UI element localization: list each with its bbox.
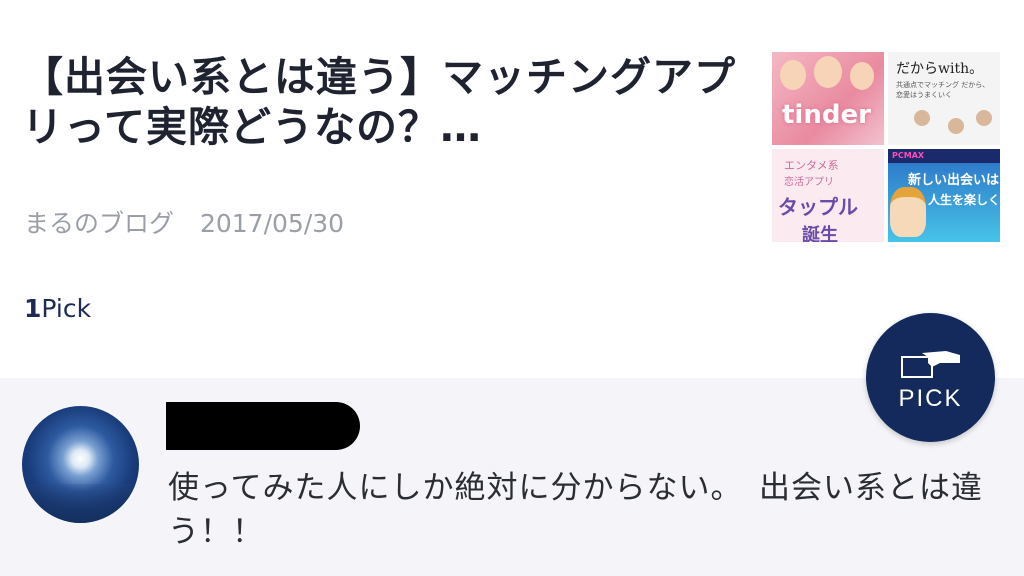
thumbnail-pcmax-line1: 新しい出会いは bbox=[908, 173, 1000, 188]
thumbnail-tapple: エンタメ系 恋活アプリ タップル 誕生 bbox=[772, 149, 884, 242]
pick-button-label: PICK bbox=[898, 385, 963, 412]
comment-text: 使ってみた人にしか絶対に分からない。 出会い系とは違う！！ bbox=[168, 470, 983, 550]
moon-clouds bbox=[22, 484, 139, 523]
article-source[interactable]: まるのブログ bbox=[24, 209, 174, 238]
pick-count[interactable]: 1Pick bbox=[24, 294, 91, 323]
thumbnail-pcmax-header: PCMAX bbox=[888, 149, 1000, 163]
pick-count-label: Pick bbox=[41, 294, 92, 323]
thumbnail-pcmax: PCMAX 新しい出会いは 人生を楽しく bbox=[888, 149, 1000, 242]
thumbnail-tinder-text: tinder bbox=[782, 100, 871, 130]
thumbnail-tapple-line3: タップル bbox=[778, 195, 858, 219]
article-title[interactable]: 【出会い系とは違う】マッチングアプリって実際どうなの？… bbox=[22, 52, 742, 152]
card-hand-icon bbox=[901, 351, 960, 378]
thumbnail-tinder: tinder bbox=[772, 52, 884, 145]
anime-face-icon bbox=[890, 187, 926, 237]
thumbnail-tapple-line1: エンタメ系 bbox=[784, 159, 839, 172]
thumbnail-with-sub: 共通点でマッチング だから、恋愛はうまくいく bbox=[896, 81, 990, 99]
article-meta: まるのブログ 2017/05/30 bbox=[24, 204, 344, 240]
thumbnail-pcmax-line2: 人生を楽しく bbox=[928, 193, 1000, 207]
thumbnail-with: だからwith。 共通点でマッチング だから、恋愛はうまくいく bbox=[888, 52, 1000, 145]
pick-count-number: 1 bbox=[24, 294, 42, 323]
thumbnail-tapple-line2: 恋活アプリ bbox=[784, 177, 834, 188]
article-date: 2017/05/30 bbox=[199, 209, 345, 238]
user-avatar[interactable] bbox=[22, 406, 139, 523]
thumbnail-tapple-line4: 誕生 bbox=[802, 225, 838, 242]
pick-button[interactable]: PICK bbox=[866, 313, 995, 442]
redacted-username bbox=[166, 402, 360, 450]
article-thumbnail[interactable]: tinder だからwith。 共通点でマッチング だから、恋愛はうまくいく エ… bbox=[772, 52, 1000, 242]
thumbnail-with-title: だからwith。 bbox=[896, 61, 984, 77]
